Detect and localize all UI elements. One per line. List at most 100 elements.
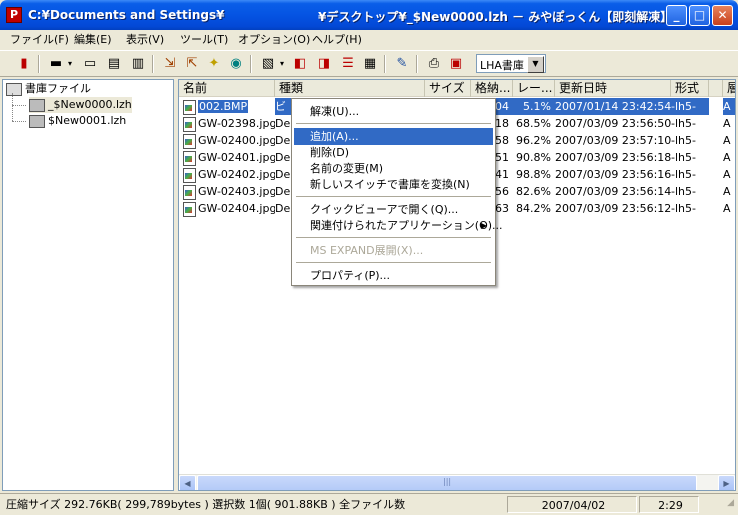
toolbar-separator	[384, 55, 386, 73]
menu-help[interactable]: ヘルプ(H)	[308, 32, 366, 48]
app-icon[interactable]: P	[6, 7, 22, 23]
delete-icon[interactable]: ✦	[204, 54, 224, 74]
tree-connector	[12, 121, 26, 122]
tree-root[interactable]: 書庫ファイル	[6, 81, 91, 97]
exit-icon[interactable]: ▮	[14, 54, 34, 74]
file-name: GW-02400.jpg	[198, 134, 275, 147]
properties-icon[interactable]: ▣	[446, 54, 466, 74]
menu-separator	[296, 123, 491, 124]
menu-item-properties[interactable]: プロパティ(P)...	[294, 267, 493, 284]
cell-extra: A	[723, 185, 731, 198]
chevron-down-icon[interactable]: ▾	[60, 54, 80, 74]
menu-edit[interactable]: 編集(E)	[70, 32, 116, 48]
resize-grip-icon[interactable]: ◢	[704, 498, 734, 514]
cell-date: 2007/03/09 23:56:12	[555, 202, 671, 215]
archive-tree[interactable]: 書庫ファイル _$New0000.lzh $New0001.lzh	[2, 79, 174, 491]
list-header: 名前 種類 サイズ 格納... レー... 更新日時 形式 層	[179, 80, 735, 97]
cell-format: -lh5-	[671, 168, 696, 181]
cell-date: 2007/03/09 23:56:16	[555, 168, 671, 181]
cell-format: -lh5-	[671, 185, 696, 198]
file-name: GW-02403.jpg	[198, 185, 275, 198]
cell-extra: A	[723, 151, 731, 164]
menu-item-open-with[interactable]: 関連付けられたアプリケーション(O)... ▶	[294, 217, 503, 234]
file-name: GW-02401.jpg	[198, 151, 275, 164]
toolbar-separator	[152, 55, 154, 73]
tree-item[interactable]: _$New0000.lzh	[29, 97, 132, 113]
search-icon[interactable]: ◨	[314, 54, 334, 74]
image-file-icon	[183, 134, 196, 149]
column-header-format[interactable]: 形式	[671, 80, 709, 97]
tree-connector	[12, 105, 26, 106]
horizontal-scrollbar[interactable]: ◀ ||| ▶	[179, 474, 735, 490]
cell-format: -lh5-	[671, 98, 709, 115]
print-icon[interactable]: ⎙	[424, 54, 444, 74]
maximize-button[interactable]: □	[689, 5, 710, 26]
cell-ratio: 98.8%	[516, 168, 551, 181]
column-header-date[interactable]: 更新日時	[555, 80, 671, 97]
archive-folder-icon	[6, 82, 22, 96]
cell-date: 2007/03/09 23:56:18	[555, 151, 671, 164]
menu-item-delete[interactable]: 削除(D)	[294, 144, 493, 161]
scroll-right-button[interactable]: ▶	[718, 475, 735, 490]
chevron-down-icon[interactable]: ▼	[527, 56, 544, 73]
chevron-down-icon[interactable]: ▾	[272, 54, 292, 74]
menu-item-quickview[interactable]: クイックビューアで開く(Q)...	[294, 201, 493, 218]
cell-ratio: 82.6%	[516, 185, 551, 198]
minimize-button[interactable]: _	[666, 5, 687, 26]
archive-type-select[interactable]: LHA書庫 ▼	[476, 54, 546, 73]
cell-format: -lh5-	[671, 134, 696, 147]
cell-extra: A	[723, 98, 735, 115]
cell-name: GW-02404.jpg	[179, 200, 275, 217]
column-header-type[interactable]: 種類	[275, 80, 425, 97]
toolbar-separator	[38, 55, 40, 73]
new-icon[interactable]: ▤	[104, 54, 124, 74]
archive-icon	[29, 114, 45, 128]
menu-item-convert[interactable]: 新しいスイッチで書庫を変換(N)	[294, 176, 493, 193]
close-button[interactable]: ✕	[712, 5, 733, 26]
extract-icon[interactable]: ⇲	[160, 54, 180, 74]
menu-item-rename[interactable]: 名前の変更(M)	[294, 160, 493, 177]
toolbar: ▮ ▬ ▾ ▭ ▤ ▥ ⇲ ⇱ ✦ ◉ ▧ ▾ ◧ ◨ ☰ ▦ ✎ ⎙ ▣ LH…	[0, 50, 738, 77]
window-title-path: C:¥Documents and Settings¥	[28, 8, 225, 22]
menu-file[interactable]: ファイル(F)	[6, 32, 73, 48]
image-file-icon	[183, 117, 196, 132]
cell-ratio: 90.8%	[516, 151, 551, 164]
tool-icon[interactable]: ▦	[360, 54, 380, 74]
tree-connector	[12, 93, 13, 121]
menu-item-add[interactable]: 追加(A)...	[294, 128, 493, 145]
column-header-blank[interactable]	[709, 80, 723, 97]
image-file-icon	[183, 100, 196, 115]
file-name: GW-02398.jpg	[198, 117, 275, 130]
cell-ratio: 84.2%	[516, 202, 551, 215]
menu-tools[interactable]: ツール(T)	[176, 32, 232, 48]
scroll-left-button[interactable]: ◀	[179, 475, 196, 490]
column-header-ratio[interactable]: レー...	[513, 80, 555, 97]
archive-icon	[29, 98, 45, 112]
wand-icon[interactable]: ✎	[392, 54, 412, 74]
open-icon[interactable]: ▭	[80, 54, 100, 74]
add-icon[interactable]: ⇱	[182, 54, 202, 74]
cell-date: 2007/03/09 23:57:10	[555, 134, 671, 147]
menu-item-open-with-label: 関連付けられたアプリケーション(O)...	[310, 219, 503, 232]
menu-item-extract[interactable]: 解凍(U)...	[294, 103, 493, 120]
column-header-packed[interactable]: 格納...	[471, 80, 513, 97]
view-icon[interactable]: ◉	[226, 54, 246, 74]
cell-name: GW-02403.jpg	[179, 183, 275, 200]
menu-options[interactable]: オプション(O)	[234, 32, 314, 48]
menu-view[interactable]: 表示(V)	[122, 32, 168, 48]
menu-bar: ファイル(F) 編集(E) 表示(V) ツール(T) オプション(O) ヘルプ(…	[0, 30, 738, 50]
up-icon[interactable]: ◧	[290, 54, 310, 74]
info-icon[interactable]: ☰	[338, 54, 358, 74]
image-file-icon	[183, 151, 196, 166]
save-icon[interactable]: ▥	[128, 54, 148, 74]
title-bar[interactable]: P C:¥Documents and Settings¥ ¥デスクトップ¥_$N…	[0, 0, 738, 30]
tree-item-label: $New0001.lzh	[48, 114, 127, 127]
tree-item[interactable]: $New0001.lzh	[29, 113, 126, 129]
column-header-extra[interactable]: 層	[723, 80, 735, 97]
column-header-name[interactable]: 名前	[179, 80, 275, 97]
scroll-thumb[interactable]: |||	[197, 475, 697, 490]
column-header-size[interactable]: サイズ	[425, 80, 471, 97]
status-date: 2007/04/02	[507, 496, 637, 513]
menu-separator	[296, 262, 491, 263]
menu-item-ms-expand: MS EXPAND展開(X)...	[310, 244, 424, 257]
